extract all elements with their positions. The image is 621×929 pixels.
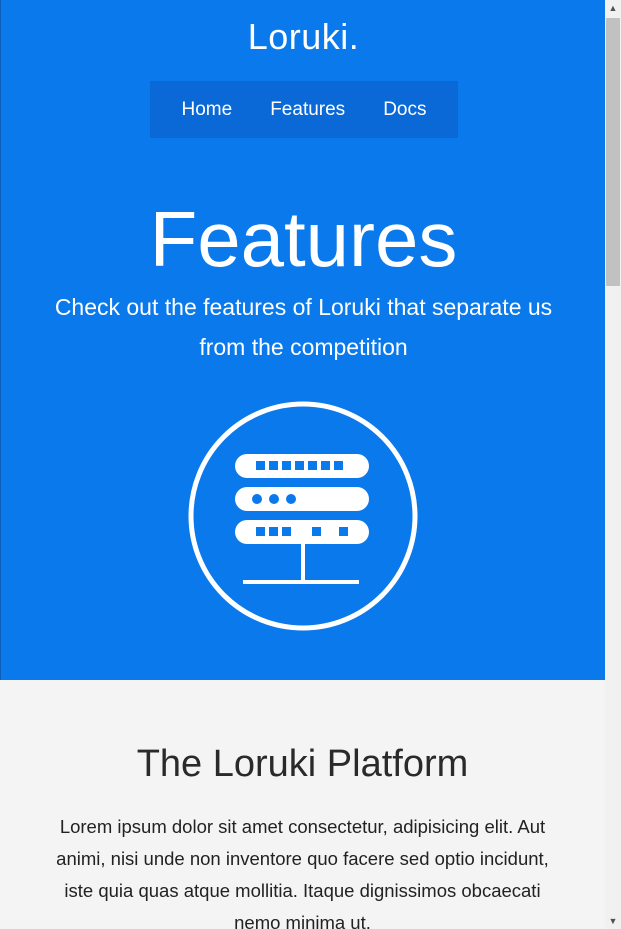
nav-link-features[interactable]: Features: [270, 99, 345, 121]
hero-title: Features: [149, 195, 458, 283]
scroll-down-arrow-icon[interactable]: ▼: [605, 913, 621, 929]
server-icon: [187, 400, 419, 632]
nav-link-docs[interactable]: Docs: [383, 99, 426, 121]
page: Loruki. Home Features Docs Features Chec…: [0, 0, 605, 929]
main-nav: Home Features Docs: [150, 81, 458, 138]
scrollbar-thumb[interactable]: [606, 18, 620, 286]
hero-section: Loruki. Home Features Docs Features Chec…: [0, 0, 605, 680]
hero-subtitle: Check out the features of Loruki that se…: [54, 294, 553, 360]
logo[interactable]: Loruki.: [1, 16, 605, 58]
platform-section: The Loruki Platform Lorem ipsum dolor si…: [0, 680, 605, 929]
platform-description: Lorem ipsum dolor sit amet consectetur, …: [56, 816, 549, 929]
scroll-up-arrow-icon[interactable]: ▲: [605, 0, 621, 16]
platform-title: The Loruki Platform: [136, 743, 469, 785]
nav-link-home[interactable]: Home: [182, 99, 233, 121]
vertical-scrollbar[interactable]: ▲ ▼: [605, 0, 621, 929]
